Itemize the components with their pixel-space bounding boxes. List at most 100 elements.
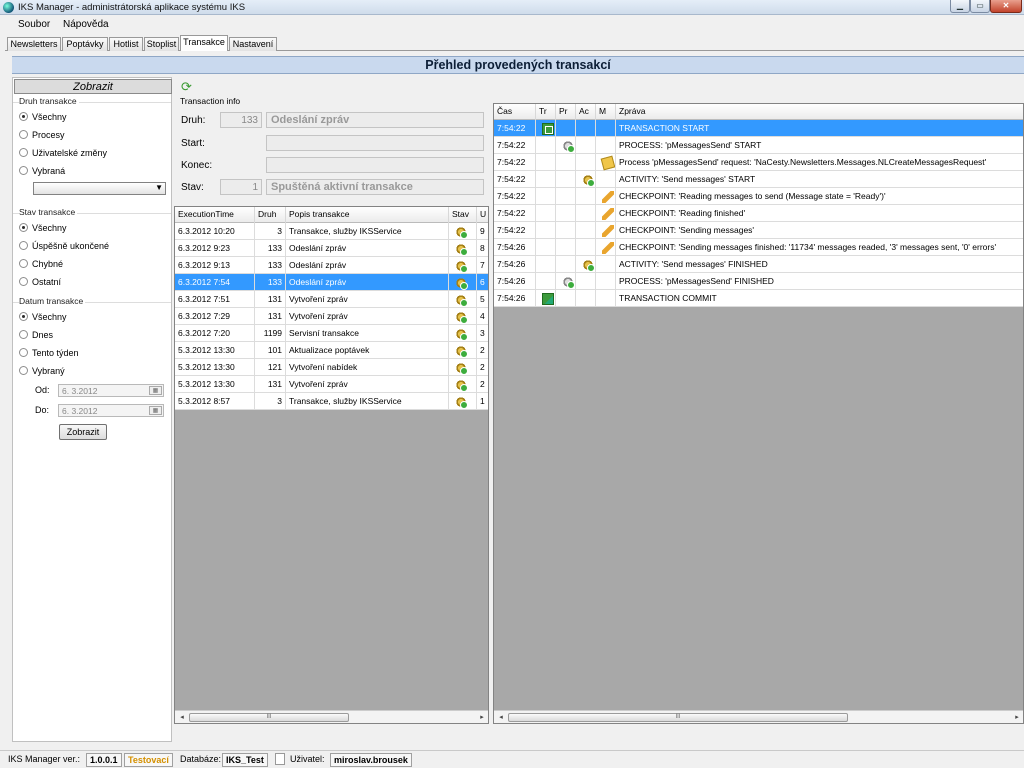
transactions-hscrollbar[interactable]: ◂ III ▸	[175, 710, 488, 723]
menu-soubor[interactable]: Soubor	[18, 19, 50, 30]
scroll-thumb[interactable]: III	[508, 713, 848, 722]
cell-druh: 131	[255, 291, 286, 308]
messages-hscrollbar[interactable]: ◂ III ▸	[494, 710, 1023, 723]
druh-radio-vybrana[interactable]: Vybraná	[19, 166, 65, 178]
cell-stav	[449, 291, 477, 308]
tab-nastaveni[interactable]: Nastavení	[229, 37, 277, 51]
list-item[interactable]: 7:54:22 PROCESS: 'pMessagesSend' START	[494, 137, 1023, 154]
pencil-icon	[602, 224, 614, 237]
datum-radio-vybrany[interactable]: Vybraný	[19, 366, 65, 378]
col-header-cas[interactable]: Čas	[494, 104, 536, 120]
maximize-button[interactable]: ▭	[970, 0, 990, 13]
transaction-info-title: Transaction info	[180, 96, 241, 106]
scroll-thumb[interactable]: III	[189, 713, 349, 722]
calendar-icon[interactable]: ▦	[149, 386, 162, 395]
table-row[interactable]: 5.3.2012 13:30 131 Vytvoření zpráv 2	[175, 376, 488, 393]
minimize-button[interactable]: ▁	[950, 0, 970, 13]
start-field	[266, 135, 484, 151]
list-item[interactable]: 7:54:26 CHECKPOINT: 'Sending messages fin…	[494, 239, 1023, 256]
datum-radio-vsechny[interactable]: Všechny	[19, 312, 67, 324]
scroll-left-icon[interactable]: ◂	[495, 712, 507, 723]
pencil-icon	[602, 190, 614, 203]
cell-cas: 7:54:26	[494, 290, 536, 307]
cell-stav	[449, 325, 477, 342]
cell-pr	[556, 290, 576, 307]
do-date-field[interactable]: 6. 3.2012 ▦	[58, 404, 164, 417]
cell-cas: 7:54:26	[494, 239, 536, 256]
table-row[interactable]: 5.3.2012 8:57 3 Transakce, služby IKSServi…	[175, 393, 488, 410]
cell-ac	[576, 273, 596, 290]
stav-label: Stav:	[181, 182, 204, 193]
col-header-druh[interactable]: Druh	[255, 207, 286, 223]
table-row[interactable]: 6.3.2012 10:20 3 Transakce, služby IKSServ…	[175, 223, 488, 240]
table-row[interactable]: 5.3.2012 13:30 101 Aktualizace poptávek 2	[175, 342, 488, 359]
stav-radio-uspesne[interactable]: Úspěšně ukončené	[19, 241, 109, 253]
table-row[interactable]: 6.3.2012 7:29 131 Vytvoření zpráv 4	[175, 308, 488, 325]
druh-radio-vsechny[interactable]: Všechny	[19, 112, 67, 124]
menu-napoveda[interactable]: Nápověda	[63, 19, 109, 30]
tab-newsletters[interactable]: Newsletters	[7, 37, 61, 51]
window-titlebar: IKS Manager - administrátorská aplikace …	[0, 0, 1024, 15]
close-button[interactable]: ✕	[990, 0, 1022, 13]
filter-panel-header[interactable]: Zobrazit	[14, 79, 172, 94]
datum-group-title: Datum transakce	[19, 296, 86, 306]
tab-transakce[interactable]: Transakce	[180, 35, 228, 51]
druh-select[interactable]: ▼	[33, 182, 166, 195]
list-item[interactable]: 7:54:22 Process 'pMessagesSend' request: …	[494, 154, 1023, 171]
col-header-ac[interactable]: Ac	[576, 104, 596, 120]
stav-radio-ostatni[interactable]: Ostatní	[19, 277, 61, 289]
calendar-icon[interactable]: ▦	[149, 406, 162, 415]
list-item[interactable]: 7:54:22 CHECKPOINT: 'Reading messages to …	[494, 188, 1023, 205]
cell-u: 7	[477, 257, 488, 274]
od-date-field[interactable]: 6. 3.2012 ▦	[58, 384, 164, 397]
status-icon	[455, 361, 468, 375]
cell-m	[596, 154, 616, 171]
list-item[interactable]: 7:54:26 ACTIVITY: 'Send messages' FINISHE…	[494, 256, 1023, 273]
cell-u: 2	[477, 376, 488, 393]
window-title: IKS Manager - administrátorská aplikace …	[18, 2, 246, 13]
tab-poptavky[interactable]: Poptávky	[62, 37, 108, 51]
cell-tr	[536, 171, 556, 188]
col-header-zprava[interactable]: Zpráva	[616, 104, 1023, 120]
list-item[interactable]: 7:54:22 ACTIVITY: 'Send messages' START	[494, 171, 1023, 188]
druh-radio-uzivatelske-zmeny[interactable]: Uživatelské změny	[19, 148, 107, 160]
tab-stoplist[interactable]: Stoplist	[144, 37, 179, 51]
table-row[interactable]: 6.3.2012 9:23 133 Odeslání zpráv 8	[175, 240, 488, 257]
list-item[interactable]: 7:54:26 PROCESS: 'pMessagesSend' FINISHED	[494, 273, 1023, 290]
refresh-icon[interactable]: ⟳	[181, 80, 197, 94]
tab-hotlist[interactable]: Hotlist	[109, 37, 143, 51]
table-row[interactable]: 6.3.2012 7:20 1199 Servisní transakce 3	[175, 325, 488, 342]
list-item[interactable]: 7:54:22 CHECKPOINT: 'Sending messages'	[494, 222, 1023, 239]
scroll-left-icon[interactable]: ◂	[176, 712, 188, 723]
table-row[interactable]: 5.3.2012 13:30 121 Vytvoření nabídek 2	[175, 359, 488, 376]
col-header-popis[interactable]: Popis transakce	[286, 207, 449, 223]
table-row[interactable]: 6.3.2012 9:13 133 Odeslání zpráv 7	[175, 257, 488, 274]
col-header-u[interactable]: U	[477, 207, 488, 223]
table-row[interactable]: 6.3.2012 7:51 131 Vytvoření zpráv 5	[175, 291, 488, 308]
stav-radio-chybne[interactable]: Chybné	[19, 259, 63, 271]
datum-radio-tento-tyden[interactable]: Tento týden	[19, 348, 79, 360]
col-header-tr[interactable]: Tr	[536, 104, 556, 120]
scroll-right-icon[interactable]: ▸	[1011, 712, 1023, 723]
cell-stav	[449, 308, 477, 325]
cell-u: 2	[477, 359, 488, 376]
cell-popis: Transakce, služby IKSService	[286, 393, 449, 410]
datum-radio-dnes[interactable]: Dnes	[19, 330, 53, 342]
table-row[interactable]: 6.3.2012 7:54 133 Odeslání zpráv 6	[175, 274, 488, 291]
zobrazit-button[interactable]: Zobrazit	[59, 424, 107, 440]
col-header-m[interactable]: M	[596, 104, 616, 120]
cell-ac	[576, 120, 596, 137]
col-header-executiontime[interactable]: ExecutionTime	[175, 207, 255, 223]
cell-druh: 121	[255, 359, 286, 376]
col-header-stav[interactable]: Stav	[449, 207, 477, 223]
list-item[interactable]: 7:54:22 CHECKPOINT: 'Reading finished'	[494, 205, 1023, 222]
list-item[interactable]: 7:54:22 TRANSACTION START	[494, 120, 1023, 137]
list-item[interactable]: 7:54:26 TRANSACTION COMMIT	[494, 290, 1023, 307]
scroll-right-icon[interactable]: ▸	[476, 712, 488, 723]
druh-radio-procesy[interactable]: Procesy	[19, 130, 65, 142]
stav-radio-vsechny[interactable]: Všechny	[19, 223, 67, 235]
col-header-pr[interactable]: Pr	[556, 104, 576, 120]
cell-tr	[536, 154, 556, 171]
cell-ac	[576, 256, 596, 273]
cell-m	[596, 188, 616, 205]
